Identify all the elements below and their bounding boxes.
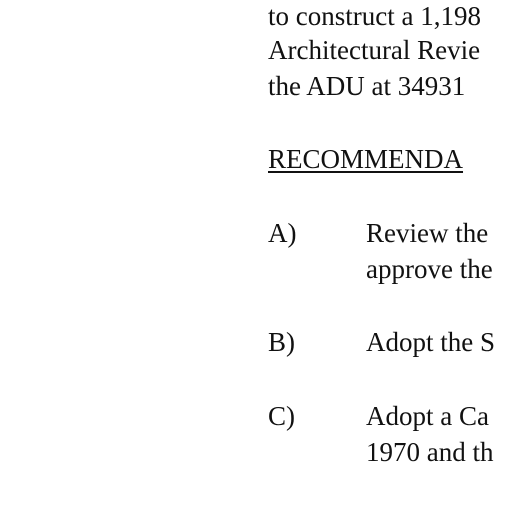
intro-line-1: to construct a 1,198 [268, 1, 481, 31]
item-c-letter: C) [268, 401, 295, 431]
intro-line-2: Architectural Revie [268, 35, 481, 65]
intro-line-3: the ADU at 34931 [268, 71, 466, 101]
section-heading: RECOMMENDA [268, 144, 464, 174]
item-a-letter: A) [268, 218, 297, 248]
item-c-line-1: Adopt a Ca [366, 401, 489, 431]
item-a-line-2: approve the [366, 254, 493, 284]
item-a-line-1: Review the [366, 218, 489, 248]
document-page: to construct a 1,198 Architectural Revie… [0, 0, 512, 512]
item-b-line-1: Adopt the S [366, 327, 496, 357]
item-b-letter: B) [268, 327, 295, 357]
item-c-line-2: 1970 and th [366, 437, 494, 467]
